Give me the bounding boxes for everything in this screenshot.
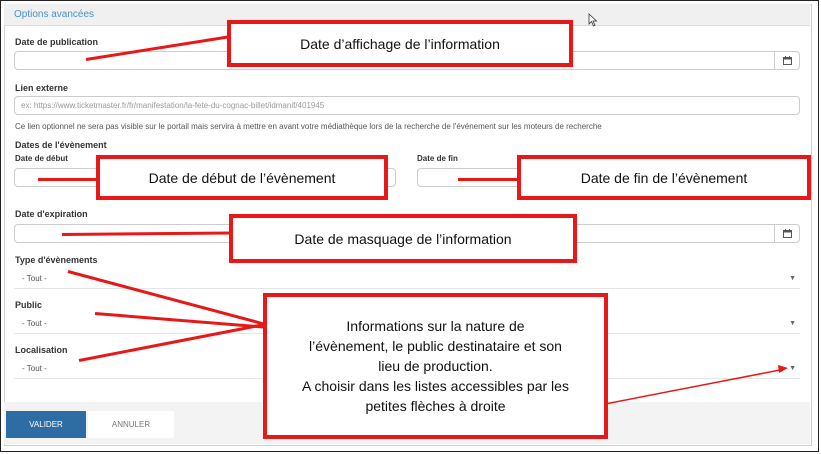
callout-end-text: Date de fin de l’évènement (580, 169, 748, 186)
callout-details-line: A choisir dans les listes accessibles pa… (302, 378, 569, 394)
cancel-button[interactable]: ANNULER (88, 411, 174, 438)
event-type-select[interactable]: - Tout - ▼ (14, 268, 800, 289)
external-link-placeholder: ex: https://www.ticketmaster.fr/fr/manif… (21, 101, 325, 110)
callout-details-line: l’évènement, le public destinataire et s… (309, 338, 562, 354)
callout-publication-date: Date d’affichage de l’information (227, 20, 573, 67)
external-link-help: Ce lien optionnel ne sera pas visible su… (15, 122, 602, 131)
public-label: Public (15, 300, 43, 310)
annotation-line (458, 178, 522, 181)
callout-event-details: Informations sur la nature de l’évènemen… (263, 293, 608, 439)
callout-start-text: Date de début de l’évènement (148, 169, 336, 186)
event-type-value: - Tout - (22, 274, 47, 283)
advanced-options-title[interactable]: Options avancées (14, 9, 94, 20)
calendar-icon (782, 56, 792, 65)
caret-down-icon[interactable]: ▼ (789, 275, 796, 282)
callout-details-line: Informations sur la nature de (346, 318, 525, 334)
expiration-date-label: Date d'expiration (15, 209, 88, 219)
calendar-icon (782, 229, 792, 238)
callout-end-date: Date de fin de l’évènement (517, 155, 811, 200)
annotation-line (38, 178, 100, 181)
caret-down-icon[interactable]: ▼ (789, 320, 796, 327)
callout-details-line: petites flèches à droite (365, 398, 506, 414)
public-value: - Tout - (22, 319, 47, 328)
location-label: Localisation (15, 345, 68, 355)
expiration-calendar-button[interactable] (774, 225, 799, 242)
publication-date-label: Date de publication (15, 37, 99, 47)
caret-down-icon[interactable]: ▼ (789, 365, 796, 372)
event-type-label: Type d'évènements (15, 255, 98, 265)
external-link-input[interactable]: ex: https://www.ticketmaster.fr/fr/manif… (14, 96, 800, 115)
callout-details-line: lieu de production. (378, 358, 493, 374)
callout-expiration-date: Date de masquage de l’information (229, 214, 577, 263)
publication-calendar-button[interactable] (774, 52, 799, 69)
end-date-label: Date de fin (417, 154, 458, 163)
callout-start-date: Date de début de l’évènement (96, 155, 388, 200)
start-date-label: Date de début (15, 154, 68, 163)
external-link-label: Lien externe (15, 83, 69, 93)
callout-expiration-text: Date de masquage de l’information (294, 230, 512, 247)
location-value: - Tout - (22, 364, 47, 373)
callout-publication-text: Date d’affichage de l’information (300, 35, 500, 52)
cursor-icon (588, 13, 598, 27)
validate-button[interactable]: VALIDER (6, 411, 86, 438)
event-dates-label: Dates de l'évènement (15, 140, 107, 150)
